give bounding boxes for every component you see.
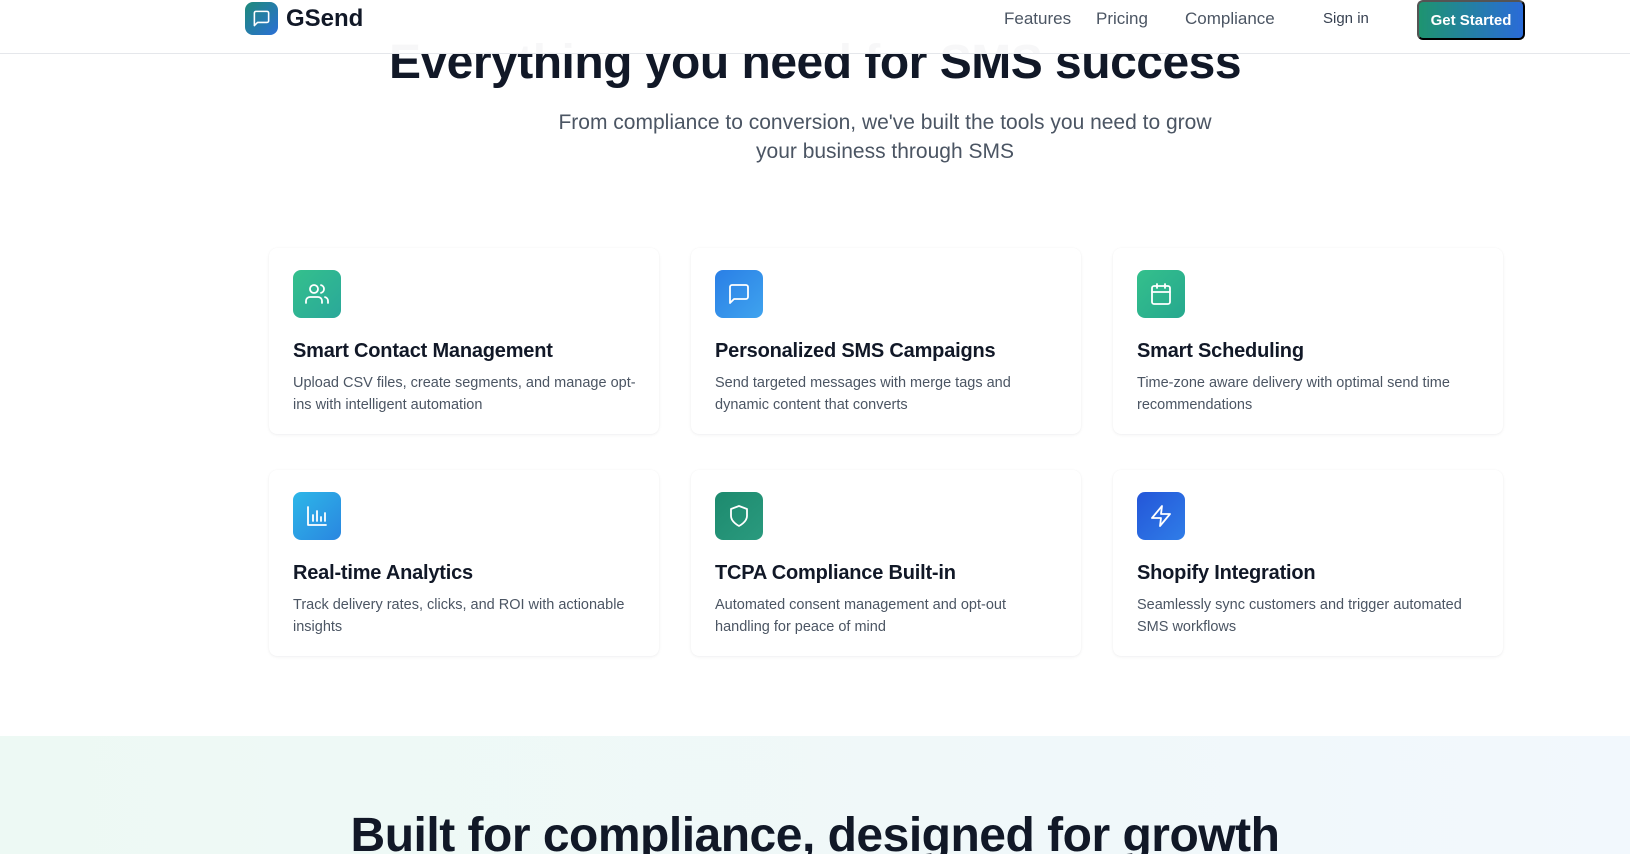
get-started-button[interactable]: Get Started xyxy=(1417,0,1525,40)
features-subtitle: From compliance to conversion, we've bui… xyxy=(558,111,1212,163)
feature-title: Shopify Integration xyxy=(1137,562,1316,584)
sign-in-link[interactable]: Sign in xyxy=(1323,10,1369,27)
message-square-icon xyxy=(715,270,763,318)
feature-description: Automated consent management and opt-out… xyxy=(715,597,1006,635)
zap-icon xyxy=(1137,492,1185,540)
feature-description: Upload CSV files, create segments, and m… xyxy=(293,375,636,413)
bar-chart-icon xyxy=(293,492,341,540)
calendar-icon xyxy=(1137,270,1185,318)
logo-text: GSend xyxy=(286,4,364,32)
feature-card: Shopify Integration Seamlessly sync cust… xyxy=(1113,470,1503,656)
feature-description: Time-zone aware delivery with optimal se… xyxy=(1137,375,1450,413)
nav-pricing[interactable]: Pricing xyxy=(1096,9,1148,29)
site-header: GSend Features Pricing Compliance Sign i… xyxy=(0,0,1630,54)
feature-card: Smart Scheduling Time-zone aware deliver… xyxy=(1113,248,1503,434)
shield-icon xyxy=(715,492,763,540)
feature-card: Smart Contact Management Upload CSV file… xyxy=(269,248,659,434)
landing-page: Everything you need for SMS success From… xyxy=(0,0,1630,854)
feature-title: Real-time Analytics xyxy=(293,562,473,584)
feature-title: Personalized SMS Campaigns xyxy=(715,340,996,362)
nav-features[interactable]: Features xyxy=(1004,9,1071,29)
users-icon xyxy=(293,270,341,318)
feature-card: TCPA Compliance Built-in Automated conse… xyxy=(691,470,1081,656)
feature-card: Personalized SMS Campaigns Send targeted… xyxy=(691,248,1081,434)
feature-card: Real-time Analytics Track delivery rates… xyxy=(269,470,659,656)
feature-description: Track delivery rates, clicks, and ROI wi… xyxy=(293,597,625,635)
nav-compliance[interactable]: Compliance xyxy=(1185,9,1275,29)
feature-description: Send targeted messages with merge tags a… xyxy=(715,375,1011,413)
feature-title: TCPA Compliance Built-in xyxy=(715,562,956,584)
compliance-title: Built for compliance, designed for growt… xyxy=(350,809,1280,854)
feature-title: Smart Scheduling xyxy=(1137,340,1304,362)
feature-title: Smart Contact Management xyxy=(293,340,553,362)
logo[interactable]: GSend xyxy=(245,2,363,35)
logo-message-icon xyxy=(245,2,278,35)
feature-description: Seamlessly sync customers and trigger au… xyxy=(1137,597,1462,635)
